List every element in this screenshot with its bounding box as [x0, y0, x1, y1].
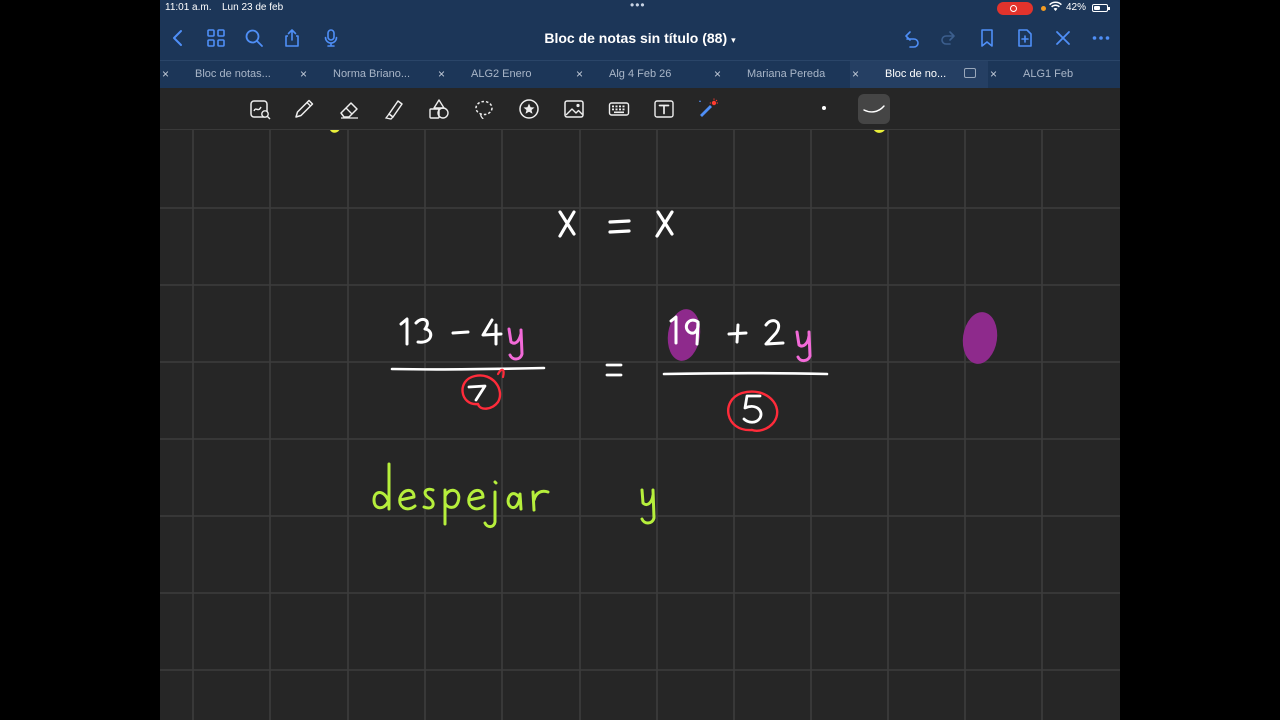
pen-style-icon[interactable]: [858, 94, 890, 124]
tab-alg-4-feb-26[interactable]: × Alg 4 Feb 26: [574, 61, 712, 89]
shapes-icon[interactable]: [426, 97, 452, 121]
keyboard-icon[interactable]: [606, 97, 632, 121]
tab-close-icon[interactable]: ×: [576, 67, 583, 81]
redo-icon[interactable]: [938, 27, 960, 49]
tab-label: ALG2 Enero: [471, 68, 532, 80]
note-canvas[interactable]: [160, 130, 1120, 720]
navigation-bar: Bloc de notas sin título (88) ▾: [160, 18, 1120, 60]
tab-norma-briano[interactable]: × Norma Briano...: [298, 61, 436, 89]
notebook-title[interactable]: Bloc de notas sin título (88) ▾: [520, 30, 760, 46]
screen-recording-icon[interactable]: [997, 2, 1033, 15]
left-fraction: [390, 317, 546, 410]
text-box-icon[interactable]: [651, 97, 677, 121]
image-icon[interactable]: [561, 97, 587, 121]
highlighter-icon[interactable]: [381, 97, 407, 121]
lasso-icon[interactable]: [471, 97, 497, 121]
microphone-icon[interactable]: [320, 27, 342, 49]
tab-close-icon[interactable]: ×: [990, 67, 997, 81]
eraser-icon[interactable]: [336, 97, 362, 121]
wifi-icon: [1049, 1, 1062, 15]
close-icon[interactable]: [1052, 27, 1074, 49]
tab-alg1-feb[interactable]: × ALG1 Feb: [988, 61, 1120, 89]
sticker-icon[interactable]: [516, 97, 542, 121]
tab-close-icon[interactable]: ×: [852, 67, 859, 81]
back-icon[interactable]: [167, 27, 189, 49]
status-time: 11:01 a.m.: [165, 2, 212, 13]
battery-percentage: 42%: [1066, 2, 1087, 13]
tab-label: Mariana Pereda: [747, 68, 826, 80]
status-date: Lun 23 de feb: [222, 2, 284, 13]
undo-icon[interactable]: [900, 27, 922, 49]
center-equals: [605, 363, 623, 377]
tab-mariana-pereda[interactable]: × Mariana Pereda: [712, 61, 850, 89]
status-bar: 11:01 a.m. Lun 23 de feb ••• 42%: [160, 0, 1120, 18]
goodnotes-app: 11:01 a.m. Lun 23 de feb ••• 42% Bloc de…: [160, 0, 1120, 720]
battery-icon: [1092, 4, 1110, 12]
tab-close-icon[interactable]: ×: [162, 67, 169, 81]
despejar-y-note: [372, 462, 656, 529]
tab-alg2-enero[interactable]: × ALG2 Enero: [436, 61, 574, 89]
tab-bloc-de-notas[interactable]: × Bloc de notas...: [160, 61, 298, 89]
edge-marks: [330, 130, 885, 133]
chevron-down-icon: ▾: [731, 35, 736, 45]
tab-close-icon[interactable]: ×: [714, 67, 721, 81]
search-icon[interactable]: [243, 27, 265, 49]
highlight-marks: [667, 309, 998, 364]
tab-label: Norma Briano...: [333, 68, 411, 80]
microphone-indicator-icon: [1041, 6, 1046, 11]
pen-size-dot-icon[interactable]: [822, 106, 826, 110]
laser-pointer-icon[interactable]: [695, 97, 721, 121]
tab-close-icon[interactable]: ×: [300, 67, 307, 81]
tool-bar: [160, 88, 1120, 130]
smart-ink-icon[interactable]: [247, 97, 273, 121]
share-icon[interactable]: [281, 27, 303, 49]
handwriting-layer: [330, 130, 998, 529]
add-page-icon[interactable]: [1014, 27, 1036, 49]
tab-close-icon[interactable]: ×: [438, 67, 445, 81]
multitasking-dots-icon[interactable]: •••: [630, 0, 646, 12]
bookmark-icon[interactable]: [976, 27, 998, 49]
equation-x-equals-x: [558, 210, 674, 238]
tab-bloc-de-no-active[interactable]: × Bloc de no...: [850, 61, 988, 89]
tab-label: Bloc de notas...: [195, 68, 271, 80]
tab-bar: × Bloc de notas... × Norma Briano... × A…: [160, 60, 1120, 89]
pen-icon[interactable]: [291, 97, 317, 121]
grid-icon[interactable]: [205, 27, 227, 49]
tab-label: ALG1 Feb: [1023, 68, 1074, 80]
tab-label: Bloc de no...: [885, 68, 947, 80]
split-view-icon[interactable]: [964, 68, 976, 78]
more-icon[interactable]: [1090, 27, 1112, 49]
notebook-title-label: Bloc de notas sin título (88): [544, 30, 728, 46]
tab-label: Alg 4 Feb 26: [609, 68, 672, 80]
